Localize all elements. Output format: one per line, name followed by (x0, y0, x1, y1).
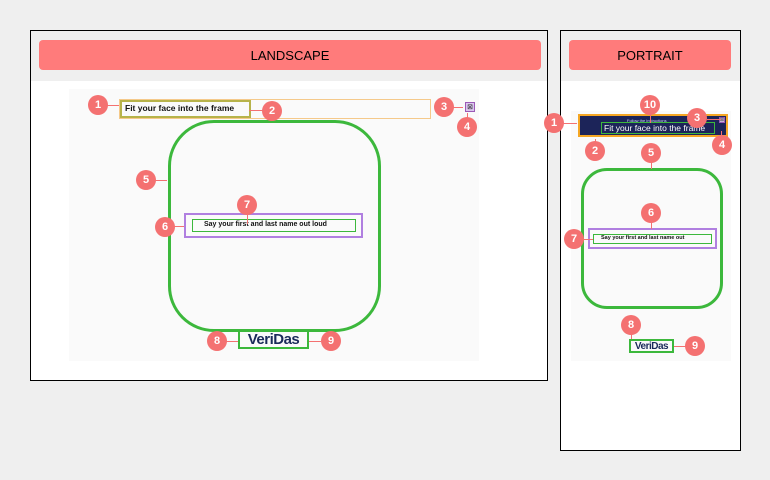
title-text: Fit your face into the frame (125, 103, 235, 113)
landscape-header-button[interactable]: LANDSCAPE (39, 40, 541, 70)
badge-7: 7 (564, 229, 584, 249)
prompt-text: Say your first and last name out (601, 235, 685, 241)
portrait-body: Follow the instructions Fit your face in… (561, 81, 740, 450)
badge-10: 10 (640, 95, 660, 115)
badge-4: 4 (712, 135, 732, 155)
landscape-panel: LANDSCAPE Fit your face into the frame ⊠… (30, 30, 548, 381)
portrait-header-button[interactable]: PORTRAIT (569, 40, 731, 70)
veridas-logo: VeriDas (238, 330, 309, 349)
connector-line (107, 105, 119, 106)
portrait-header: PORTRAIT (561, 31, 740, 82)
badge-4: 4 (457, 117, 477, 137)
badge-8: 8 (207, 331, 227, 351)
prompt-text: Say your first and last name out loud (204, 221, 327, 228)
close-icon[interactable]: ⊠ (465, 102, 475, 112)
connector-line (174, 226, 184, 227)
badge-1: 1 (88, 95, 108, 115)
badge-2: 2 (585, 141, 605, 161)
landscape-header: LANDSCAPE (31, 31, 547, 82)
badge-7: 7 (237, 195, 257, 215)
badge-6: 6 (641, 203, 661, 223)
landscape-screenshot: Fit your face into the frame ⊠ Say your … (69, 89, 479, 361)
badge-8: 8 (621, 315, 641, 335)
connector-line (309, 341, 321, 342)
badge-6: 6 (155, 217, 175, 237)
connector-line (226, 341, 238, 342)
connector-line (707, 119, 721, 120)
badge-1: 1 (544, 113, 564, 133)
connector-line (650, 115, 651, 123)
badge-9: 9 (685, 336, 705, 356)
badge-3: 3 (687, 108, 707, 128)
badge-2: 2 (262, 101, 282, 121)
badge-3: 3 (434, 97, 454, 117)
connector-line (247, 214, 248, 224)
portrait-panel: PORTRAIT Follow the instructions Fit you… (544, 30, 741, 451)
badge-5: 5 (136, 170, 156, 190)
connector-line (453, 107, 463, 108)
connector-line (155, 180, 167, 181)
connector-line (563, 123, 577, 124)
connector-line (583, 239, 593, 240)
badge-5: 5 (641, 143, 661, 163)
close-icon[interactable]: ⊠ (719, 117, 725, 123)
veridas-logo: VeriDas (629, 339, 674, 353)
badge-9: 9 (321, 331, 341, 351)
